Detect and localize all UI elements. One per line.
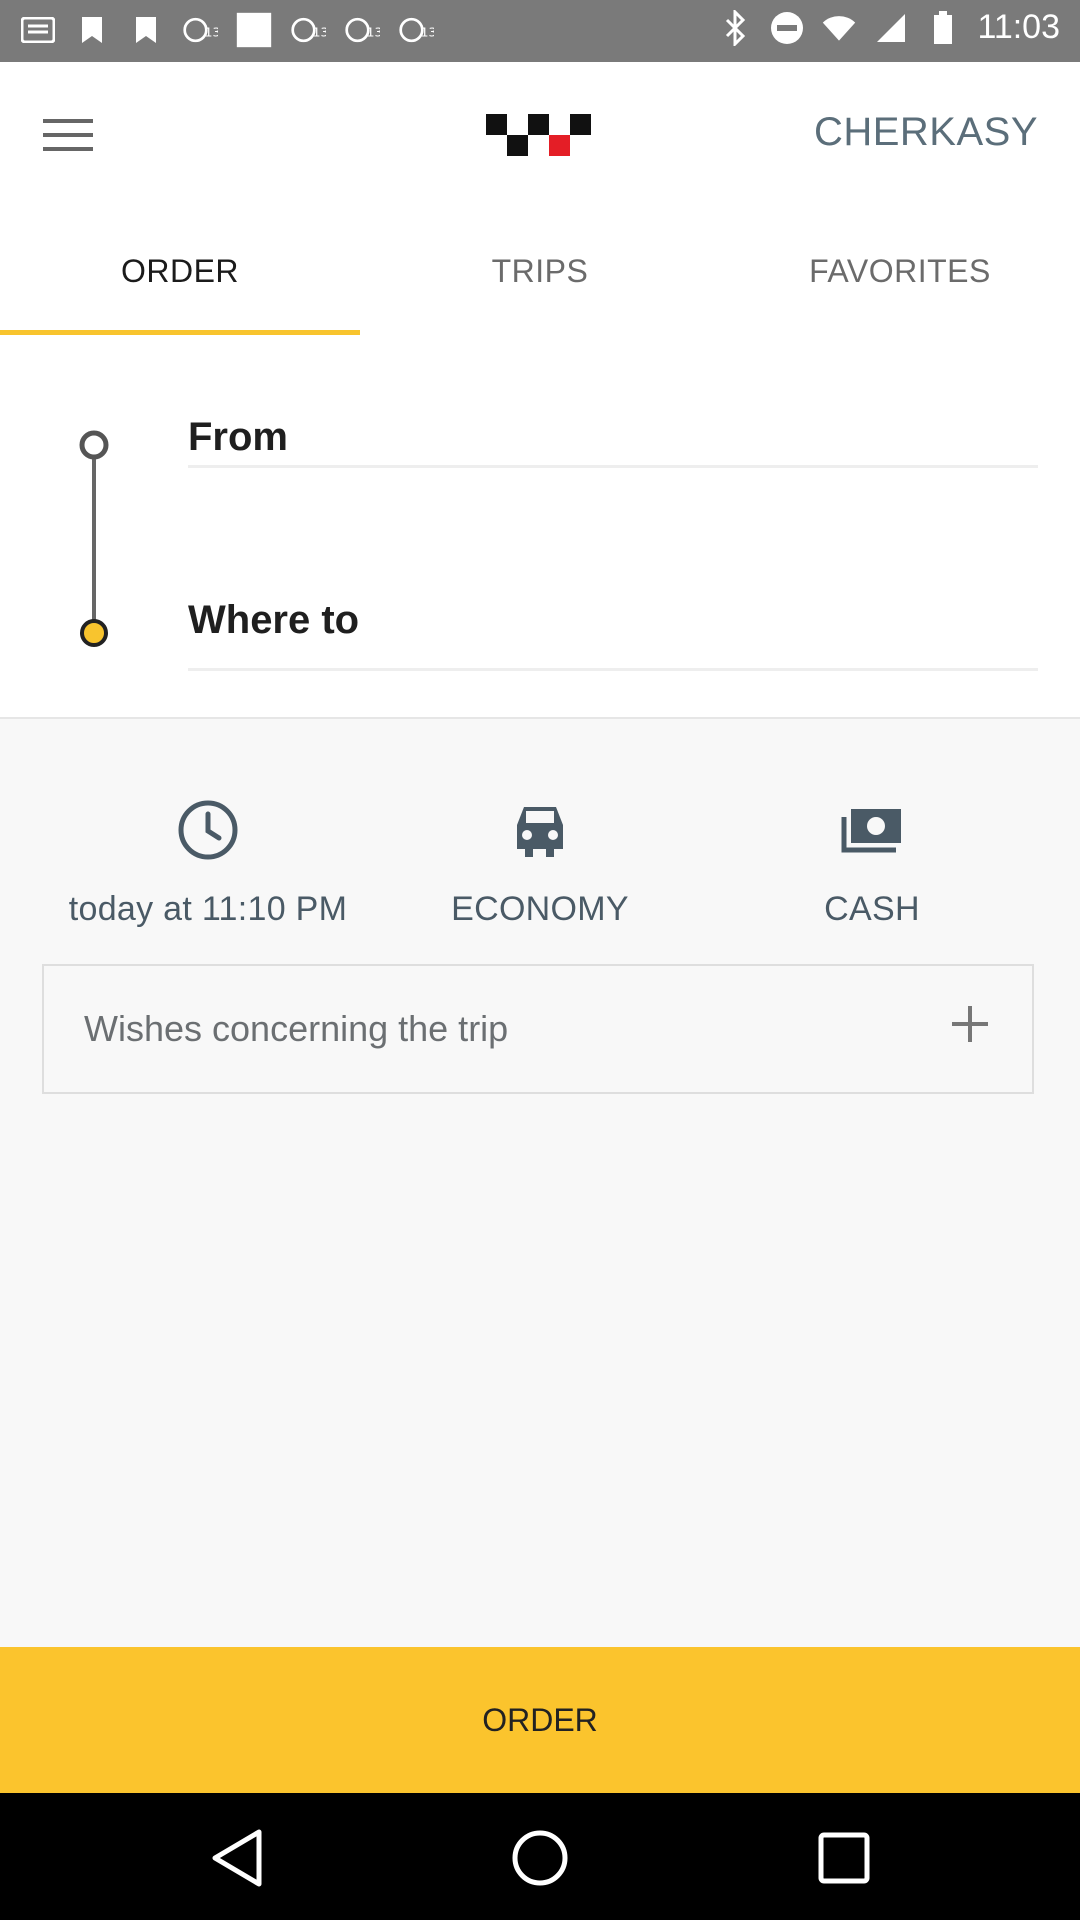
home-button[interactable] — [505, 1823, 575, 1893]
time-label: today at 11:10 PM — [68, 890, 348, 928]
recents-square-icon — [818, 1832, 870, 1884]
signal-icon — [873, 10, 909, 46]
tab-trips[interactable]: TRIPS — [360, 207, 720, 335]
status-time: 11:03 — [977, 8, 1060, 46]
back-button[interactable] — [202, 1823, 272, 1893]
menu-button[interactable] — [40, 107, 96, 163]
tab-label: TRIPS — [491, 252, 589, 289]
time-option[interactable]: today at 11:10 PM — [28, 790, 388, 929]
clock-icon — [178, 800, 238, 860]
svg-text:13: 13 — [367, 24, 381, 39]
where-to-label: Where to — [188, 598, 360, 642]
where-to-field[interactable]: Where to — [188, 598, 1038, 671]
route-panel: From Where to — [0, 335, 1080, 719]
back-triangle-icon — [212, 1829, 262, 1887]
abc13-icon: 13 — [344, 12, 380, 48]
message-icon — [20, 12, 56, 48]
svg-text:13: 13 — [205, 24, 219, 39]
wishes-label: Wishes concerning the trip — [84, 1008, 509, 1049]
wifi-icon — [821, 10, 857, 46]
navigation-bar — [0, 1793, 1080, 1920]
image-icon — [236, 12, 272, 48]
abc13-icon: 13 — [182, 12, 218, 48]
system-icons: 11:03 — [717, 8, 1060, 47]
from-field[interactable]: From — [188, 415, 1038, 468]
recents-button[interactable] — [809, 1823, 879, 1893]
order-button-label: ORDER — [482, 1701, 598, 1738]
do-not-disturb-icon — [769, 10, 805, 46]
trip-options: today at 11:10 PM ECONOMY CASH — [0, 760, 1080, 930]
app-bar: CHERKASY — [0, 62, 1080, 207]
route-line-icon — [79, 430, 109, 647]
cash-icon — [841, 809, 901, 853]
abc13-icon: 13 — [398, 12, 434, 48]
car-icon — [517, 807, 563, 857]
bluetooth-icon — [717, 9, 753, 46]
payment-option[interactable]: CASH — [692, 790, 1052, 929]
hamburger-menu-icon — [43, 119, 93, 151]
abc13-icon: 13 — [290, 12, 326, 48]
plus-icon[interactable] — [942, 996, 998, 1052]
bookmark-icon — [128, 12, 164, 48]
city-selector[interactable]: CHERKASY — [814, 110, 1038, 155]
taxi-checker-logo — [486, 114, 591, 156]
car-class-option[interactable]: ECONOMY — [360, 790, 720, 929]
home-circle-icon — [512, 1830, 568, 1886]
car-class-label: ECONOMY — [451, 890, 629, 928]
order-button[interactable]: ORDER — [0, 1647, 1080, 1793]
status-bar: 13 13 13 13 11:03 — [0, 0, 1080, 62]
battery-icon — [925, 10, 961, 46]
tab-order[interactable]: ORDER — [0, 207, 360, 335]
svg-text:13: 13 — [421, 24, 435, 39]
tab-label: FAVORITES — [809, 252, 991, 289]
tab-favorites[interactable]: FAVORITES — [720, 207, 1080, 335]
tab-bar: ORDER TRIPS FAVORITES — [0, 207, 1080, 335]
wishes-field[interactable]: Wishes concerning the trip — [42, 964, 1034, 1094]
from-label: From — [188, 415, 288, 459]
svg-text:13: 13 — [313, 24, 327, 39]
payment-label: CASH — [824, 890, 920, 928]
tab-label: ORDER — [120, 252, 240, 289]
notification-icons: 13 13 13 13 — [20, 12, 434, 48]
bookmark-icon — [74, 12, 110, 48]
